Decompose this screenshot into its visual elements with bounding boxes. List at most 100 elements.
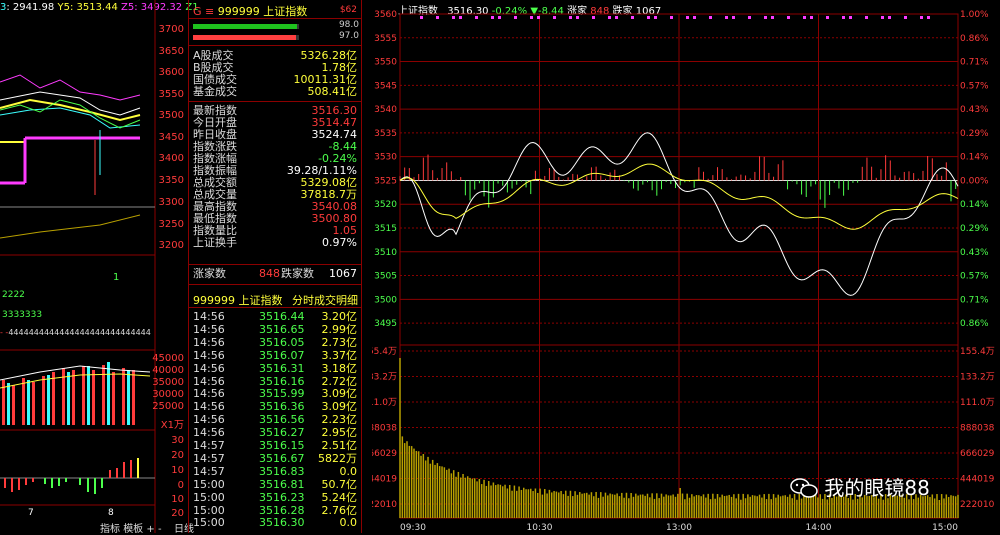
signal-marker xyxy=(608,16,611,19)
tick-row[interactable]: 15:00 3516.28 2.76亿 xyxy=(193,503,358,517)
zoom-in-button[interactable]: + xyxy=(146,524,154,535)
axis-tick: 3700 xyxy=(158,24,184,35)
tick-amount: 0.0 xyxy=(339,464,358,478)
volume-tick: 155.4万 xyxy=(372,347,397,357)
tick-row[interactable]: 15:00 3516.23 5.24亿 xyxy=(193,490,358,504)
axis-tick: 30 xyxy=(171,435,184,446)
pct-tick: 0.86% xyxy=(960,34,989,44)
tick-row[interactable]: 14:56 3516.05 2.73亿 xyxy=(193,335,357,349)
tick-row[interactable]: 14:56 3516.65 2.99亿 xyxy=(193,322,358,336)
wechat-icon xyxy=(790,477,818,499)
tick-row[interactable]: 14:56 3516.36 3.09亿 xyxy=(193,401,357,413)
signal-marker xyxy=(888,16,891,19)
pct-tick: 0.57% xyxy=(960,81,989,91)
tick-amount: 3.09亿 xyxy=(321,400,358,414)
tick-time: 14:57 xyxy=(193,451,225,465)
tick-time: 14:57 xyxy=(193,439,225,452)
watermark-text: 我的眼镜88 xyxy=(824,476,930,500)
volume-tick: 155.4万 xyxy=(960,347,995,357)
tick-price: 3516.05 xyxy=(259,335,305,349)
price-tick: 3540 xyxy=(374,105,397,115)
axis-tick: 20 xyxy=(171,450,184,461)
up-count-value: 848 xyxy=(259,267,280,280)
tick-row[interactable]: 14:56 3516.27 2.95亿 xyxy=(193,427,357,439)
tick-amount: 2.99亿 xyxy=(321,322,358,336)
tick-amount: 5.24亿 xyxy=(321,490,358,504)
advance-decline-row: 涨家数 848 跌家数 1067 xyxy=(193,268,357,280)
indicator-button[interactable]: 指标 xyxy=(100,524,120,535)
tick-row[interactable]: 14:56 3516.07 3.37亿 xyxy=(193,349,357,362)
signal-marker xyxy=(647,16,650,19)
intraday-chart[interactable]: 上证指数 3516.30 -0.24% ▼-8.44 涨家 848 跌家 106… xyxy=(372,0,1000,533)
axis-tick: 3450 xyxy=(158,132,184,143)
tick-amount: 5822万 xyxy=(318,451,357,465)
signal-marker xyxy=(631,16,634,19)
pct-tick: 0.71% xyxy=(960,295,989,305)
signal-marker xyxy=(475,16,478,19)
volume-tick: 111.0万 xyxy=(960,398,995,408)
kline-date-b: 8 xyxy=(108,508,114,518)
signal-marker xyxy=(436,16,439,19)
signal-marker xyxy=(693,16,696,19)
tick-price: 3515.99 xyxy=(259,387,305,401)
time-tick: 13:00 xyxy=(666,523,692,533)
quote-row: 上证换手 0.97% xyxy=(193,237,357,249)
signal-marker xyxy=(725,16,728,19)
tick-row[interactable]: 15:00 3516.81 50.7亿 xyxy=(193,477,357,491)
tick-row[interactable]: 14:56 3516.16 2.72亿 xyxy=(193,375,357,388)
volume-tick: 222010 xyxy=(960,500,995,510)
order-bar-top xyxy=(193,24,299,29)
quote-title: G ≡ 999999 上证指数 xyxy=(193,3,307,19)
tick-price: 3516.36 xyxy=(259,400,305,414)
tick-time: 14:56 xyxy=(193,387,225,401)
tick-time: 14:56 xyxy=(193,400,225,414)
time-tick: 14:00 xyxy=(806,523,832,533)
signal-marker xyxy=(615,16,618,19)
time-tick: 10:30 xyxy=(527,523,553,533)
template-button[interactable]: 模板 xyxy=(123,524,143,535)
tick-row[interactable]: 14:57 3516.67 5822万 xyxy=(193,451,357,465)
pct-tick: 0.29% xyxy=(960,224,989,234)
index-code: 999999 xyxy=(217,5,260,18)
price-tick: 3515 xyxy=(374,224,397,234)
volume-tick: 666029 xyxy=(372,449,397,459)
signal-marker xyxy=(803,16,806,19)
tick-time: 14:57 xyxy=(193,464,225,478)
signal-marker xyxy=(732,16,735,19)
volume-tick: 111.0万 xyxy=(372,398,397,408)
signal-marker xyxy=(764,16,767,19)
pct-tick: 0.57% xyxy=(960,272,989,282)
tick-price: 3516.44 xyxy=(259,310,305,323)
price-tick: 3535 xyxy=(374,129,397,139)
watermark: 我的眼镜88 xyxy=(790,472,930,501)
tick-row[interactable]: 14:57 3516.15 2.51亿 xyxy=(193,440,357,452)
time-tick: 09:30 xyxy=(400,523,426,533)
tick-row[interactable]: 14:56 3515.99 3.09亿 xyxy=(193,388,357,400)
ticks-title-suffix: 分时成交明细 xyxy=(292,294,358,307)
kline-date-a: 7 xyxy=(28,508,34,518)
signal-marker xyxy=(569,16,572,19)
row-label: 基金成交 xyxy=(193,85,237,98)
signal-marker xyxy=(826,16,829,19)
tick-row[interactable]: 14:56 3516.31 3.18亿 xyxy=(193,361,358,375)
tick-row[interactable]: 14:56 3516.56 2.23亿 xyxy=(193,414,357,426)
tick-time: 14:56 xyxy=(193,322,225,336)
price-tick: 3560 xyxy=(374,10,397,20)
axis-tick: 10 xyxy=(171,465,184,476)
tick-row[interactable]: 15:00 3516.30 0.0 xyxy=(193,517,357,529)
tick-amount: 3.18亿 xyxy=(321,361,358,375)
tick-price: 3516.56 xyxy=(259,413,305,427)
axis-tick: 0 xyxy=(177,480,184,491)
tick-amount: 2.76亿 xyxy=(321,503,358,517)
price-tick: 3550 xyxy=(374,58,397,68)
volume-tick: 666029 xyxy=(960,449,995,459)
tick-amount: 2.51亿 xyxy=(321,439,358,452)
tick-time: 15:00 xyxy=(193,477,225,491)
kline-label-one: 1 xyxy=(113,272,120,283)
daily-kline-panel[interactable]: 3: 2941.98 Y5: 3513.44 Z5: 3492.32 Z1 1 … xyxy=(0,0,199,535)
tick-row[interactable]: 14:56 3516.44 3.20亿 xyxy=(193,311,357,323)
tick-row[interactable]: 14:57 3516.83 0.0 xyxy=(193,464,358,478)
signal-marker xyxy=(881,16,884,19)
tick-time: 15:00 xyxy=(193,490,225,504)
axis-tick: 3600 xyxy=(158,67,184,78)
